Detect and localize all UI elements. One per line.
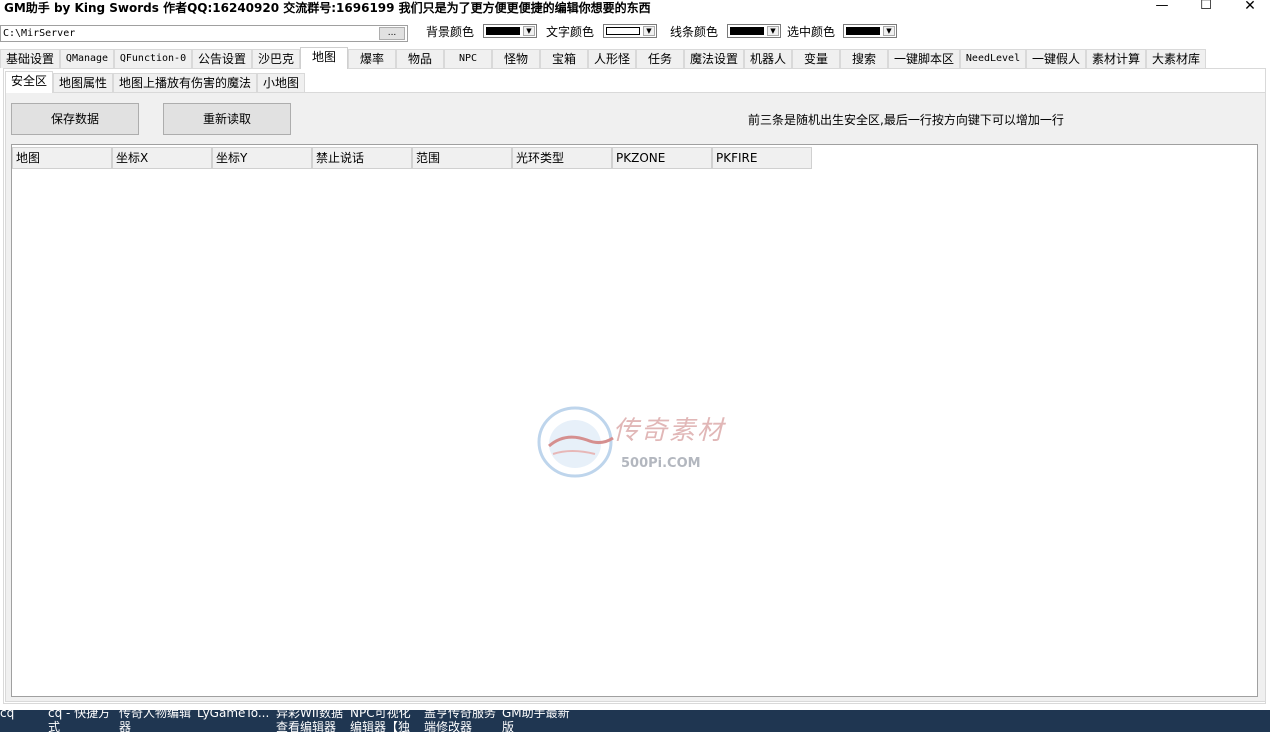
column-header-coord-y[interactable]: 坐标Y	[212, 147, 312, 169]
chevron-down-icon: ▼	[643, 26, 655, 36]
taskbar-item[interactable]: 传奇人物编辑器	[119, 710, 193, 732]
tab-npc[interactable]: NPC	[444, 49, 492, 68]
tab-one-click-script[interactable]: 一键脚本区	[888, 49, 960, 68]
subtab-minimap[interactable]: 小地图	[257, 73, 305, 92]
text-color-label: 文字颜色	[546, 25, 595, 39]
tab-map[interactable]: 地图	[300, 47, 348, 69]
selected-color-select[interactable]: ▼	[843, 24, 897, 38]
column-header-range[interactable]: 范围	[412, 147, 512, 169]
maximize-icon[interactable]: ☐	[1184, 0, 1228, 16]
watermark-text: 传奇素材	[613, 416, 726, 446]
selected-color-label: 选中颜色	[787, 25, 836, 39]
tab-magic-settings[interactable]: 魔法设置	[684, 49, 744, 68]
tab-one-click-bot[interactable]: 一键假人	[1026, 49, 1086, 68]
server-path-value: C:\MirServer	[3, 28, 76, 39]
tab-treasure-box[interactable]: 宝箱	[540, 49, 588, 68]
tab-items[interactable]: 物品	[396, 49, 444, 68]
taskbar: cq cq - 快捷方式 传奇人物编辑器 LyGameTo... 异彩WII数据…	[0, 710, 1270, 732]
browse-button[interactable]: ...	[379, 27, 405, 40]
line-color-select[interactable]: ▼	[727, 24, 781, 38]
background-color-swatch	[486, 27, 520, 35]
tab-quests[interactable]: 任务	[636, 49, 684, 68]
tab-search[interactable]: 搜索	[840, 49, 888, 68]
subtab-map-damage-magic[interactable]: 地图上播放有伤害的魔法	[113, 73, 257, 92]
column-header-coord-x[interactable]: 坐标X	[112, 147, 212, 169]
taskbar-item[interactable]: GM助手最新版	[502, 710, 574, 732]
tab-asset-calc[interactable]: 素材计算	[1086, 49, 1146, 68]
reload-button[interactable]: 重新读取	[163, 103, 291, 135]
column-header-pkfire[interactable]: PKFIRE	[712, 147, 812, 169]
tab-qfunction[interactable]: QFunction-0	[114, 49, 192, 68]
title-bar: GM助手 by King Swords 作者QQ:16240920 交流群号:1…	[0, 0, 1270, 18]
server-path-field[interactable]: C:\MirServer ...	[0, 25, 408, 42]
taskbar-item[interactable]: 盖亨传奇服务端修改器	[424, 710, 498, 732]
tab-announcement[interactable]: 公告设置	[192, 49, 252, 68]
selected-color-swatch	[846, 27, 880, 35]
taskbar-item[interactable]: cq	[0, 710, 14, 720]
tab-monsters[interactable]: 怪物	[492, 49, 540, 68]
chevron-down-icon: ▼	[883, 26, 895, 36]
close-icon[interactable]: ✕	[1228, 0, 1270, 16]
taskbar-item[interactable]: 异彩WII数据查看编辑器	[276, 710, 346, 732]
tab-basic-settings[interactable]: 基础设置	[0, 49, 60, 68]
taskbar-item[interactable]: LyGameTo...	[197, 710, 269, 720]
text-color-swatch	[606, 27, 640, 35]
tab-asset-library[interactable]: 大素材库	[1146, 49, 1206, 68]
text-color-select[interactable]: ▼	[603, 24, 657, 38]
watermark-logo: 传奇素材 500Pi.COM	[535, 402, 735, 482]
taskbar-item[interactable]: NPC可视化编辑器【独	[350, 710, 416, 732]
window-title: GM助手 by King Swords 作者QQ:16240920 交流群号:1…	[4, 1, 651, 15]
line-color-swatch	[730, 27, 764, 35]
chevron-down-icon: ▼	[523, 26, 535, 36]
hint-text: 前三条是随机出生安全区,最后一行按方向键下可以增加一行	[748, 113, 1064, 127]
column-header-map[interactable]: 地图	[12, 147, 112, 169]
chevron-down-icon: ▼	[767, 26, 779, 36]
tab-variables[interactable]: 变量	[792, 49, 840, 68]
watermark-url: 500Pi.COM	[621, 456, 701, 471]
tab-humanoid-monster[interactable]: 人形怪	[588, 49, 636, 68]
column-header-pkzone[interactable]: PKZONE	[612, 147, 712, 169]
tab-sabak[interactable]: 沙巴克	[252, 49, 300, 68]
subtab-map-properties[interactable]: 地图属性	[53, 73, 113, 92]
column-header-aura-type[interactable]: 光环类型	[512, 147, 612, 169]
tab-drop-rate[interactable]: 爆率	[348, 49, 396, 68]
minimize-icon[interactable]: —	[1140, 0, 1184, 16]
save-data-button[interactable]: 保存数据	[11, 103, 139, 135]
background-color-label: 背景颜色	[426, 25, 475, 39]
line-color-label: 线条颜色	[670, 25, 719, 39]
subtab-safe-zone[interactable]: 安全区	[5, 71, 53, 93]
background-color-select[interactable]: ▼	[483, 24, 537, 38]
tab-qmanage[interactable]: QManage	[60, 49, 114, 68]
tab-robot[interactable]: 机器人	[744, 49, 792, 68]
tab-needlevel[interactable]: NeedLevel	[960, 49, 1026, 68]
column-header-no-chat[interactable]: 禁止说话	[312, 147, 412, 169]
watermark-emblem-icon	[537, 406, 614, 478]
main-tab-bar: 基础设置 QManage QFunction-0 公告设置 沙巴克 地图 爆率 …	[0, 47, 1270, 69]
taskbar-item[interactable]: cq - 快捷方式	[48, 710, 112, 732]
